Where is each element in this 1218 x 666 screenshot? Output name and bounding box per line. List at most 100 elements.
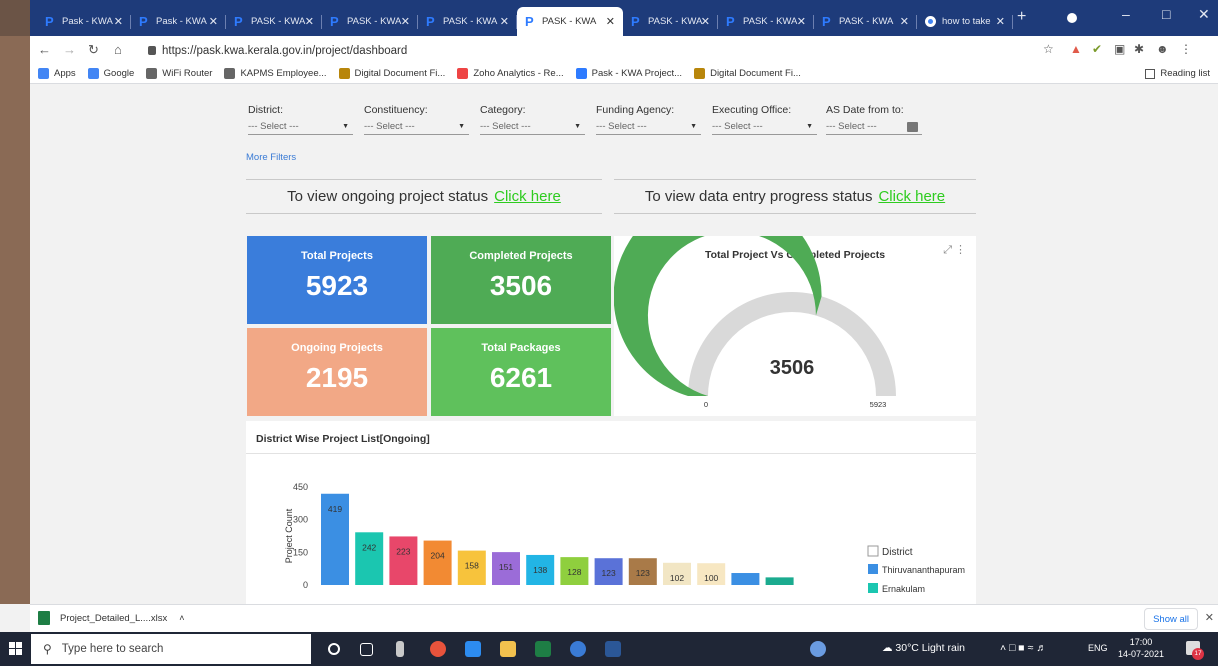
avatar[interactable]: ☻ [1156, 42, 1169, 56]
bar[interactable] [765, 577, 794, 585]
close-tab-icon[interactable]: ✕ [701, 15, 710, 28]
extension-icon[interactable]: ▲ [1070, 42, 1082, 56]
browser-tab[interactable]: P PASK - KWA ✕ [418, 7, 517, 36]
bookmark-item[interactable]: WiFi Router [146, 68, 212, 79]
more-filters-link[interactable]: More Filters [246, 152, 296, 163]
chevron-down-icon: ▼ [574, 123, 581, 130]
windows-taskbar: ⚲ Type here to search ☁ 30°C Light rain … [0, 632, 1218, 666]
browser-tab[interactable]: P Pask - KWA ✕ [37, 7, 131, 36]
legend-swatch-icon[interactable] [868, 583, 878, 593]
minimize-icon[interactable]: – [1122, 6, 1130, 22]
browser-tab[interactable]: P PASK - KWA ✕ [814, 7, 917, 36]
total-packages-card[interactable]: Total Packages 6261 [431, 328, 611, 416]
windows-start-icon[interactable] [9, 642, 23, 656]
extension-icon[interactable]: ✔ [1092, 42, 1102, 56]
help-icon[interactable] [810, 641, 826, 657]
bar[interactable] [731, 573, 760, 585]
app-icon[interactable] [396, 641, 404, 657]
legend-swatch-icon[interactable] [868, 564, 878, 574]
pask-p-icon: P [330, 14, 339, 29]
profile-icon[interactable] [1067, 13, 1077, 23]
weather-widget[interactable]: ☁ 30°C Light rain [882, 642, 965, 654]
close-tab-icon[interactable]: ✕ [797, 15, 806, 28]
bar[interactable] [423, 540, 452, 585]
legend-label[interactable]: Ernakulam [882, 584, 925, 594]
bar[interactable] [355, 532, 384, 585]
data-entry-status-link[interactable]: Click here [878, 188, 945, 205]
new-tab-button[interactable]: + [1017, 8, 1026, 26]
chrome-icon[interactable] [430, 641, 446, 657]
bookmark-item[interactable]: Google [87, 68, 134, 79]
close-tab-icon[interactable]: ✕ [209, 15, 218, 28]
filter-select[interactable]: --- Select --- ▼ [712, 119, 817, 135]
calendar-icon[interactable] [907, 121, 918, 132]
clock[interactable]: 17:00 14-07-2021 [1118, 636, 1164, 660]
reading-list-button[interactable]: Reading list [1145, 68, 1210, 79]
dropbox-icon[interactable] [465, 641, 481, 657]
filter-select[interactable]: --- Select --- ▼ [364, 119, 469, 135]
language-indicator[interactable]: ENG [1088, 643, 1108, 653]
show-all-button[interactable]: Show all [1144, 608, 1198, 630]
filter-select[interactable]: --- Select --- ▼ [596, 119, 701, 135]
browser-tab-strip: P Pask - KWA ✕ P Pask - KWA ✕ P PASK - KWA ✕ P PAS… [0, 0, 1218, 36]
bookmark-item[interactable]: Zoho Analytics - Re... [457, 68, 564, 79]
forward-icon[interactable]: → [63, 42, 76, 57]
task-view-icon[interactable] [360, 643, 373, 656]
tray-icons[interactable]: ˄ □ ■ ≈ ♬ [1000, 642, 1047, 654]
bookmark-item[interactable]: Digital Document Fi... [338, 68, 445, 79]
ongoing-projects-card[interactable]: Ongoing Projects 2195 [247, 328, 427, 416]
legend-label[interactable]: Thiruvananthapuram [882, 565, 965, 575]
browser-tab[interactable]: P PASK - KWA ✕ [623, 7, 718, 36]
reload-icon[interactable]: ↻ [88, 42, 99, 58]
taskbar-search-box[interactable]: ⚲ Type here to search [31, 634, 311, 664]
close-window-icon[interactable]: ✕ [1198, 6, 1210, 23]
word-icon[interactable] [605, 641, 621, 657]
home-icon[interactable]: ⌂ [114, 42, 122, 57]
close-icon[interactable]: ✕ [1205, 611, 1214, 624]
extension-icon[interactable]: ▣ [1114, 42, 1125, 56]
close-tab-icon[interactable]: ✕ [900, 15, 909, 28]
bar-value-label: 102 [670, 573, 684, 583]
maximize-icon[interactable]: □ [1162, 6, 1170, 22]
file-explorer-icon[interactable] [500, 641, 516, 657]
bookmark-item[interactable]: Pask - KWA Project... [575, 68, 682, 79]
close-tab-icon[interactable]: ✕ [114, 15, 123, 28]
download-bar: Project_Detailed_L....xlsx ˄ Show all ✕ [30, 604, 1218, 632]
close-tab-icon[interactable]: ✕ [305, 15, 314, 28]
close-tab-icon[interactable]: ✕ [996, 15, 1005, 28]
cortana-icon[interactable] [328, 643, 340, 655]
download-item[interactable]: Project_Detailed_L....xlsx ˄ [38, 611, 184, 625]
bar[interactable] [389, 536, 418, 585]
filter-select[interactable]: --- Select --- ▼ [480, 119, 585, 135]
bookmark-item[interactable]: Apps [38, 68, 76, 79]
close-tab-icon[interactable]: ✕ [500, 15, 509, 28]
bookmark-item[interactable]: Digital Document Fi... [694, 68, 801, 79]
extensions-puzzle-icon[interactable]: ✱ [1134, 42, 1144, 56]
pask-p-icon: P [426, 14, 435, 29]
browser-tab[interactable]: P PASK - KWA ✕ [322, 7, 418, 36]
reading-list-label: Reading list [1160, 68, 1210, 79]
excel-icon[interactable] [535, 641, 551, 657]
address-bar[interactable]: https://pask.kwa.kerala.gov.in/project/d… [142, 40, 1092, 61]
ongoing-status-link[interactable]: Click here [494, 188, 561, 205]
completed-projects-card[interactable]: Completed Projects 3506 [431, 236, 611, 324]
browser-tab[interactable]: P Pask - KWA ✕ [131, 7, 226, 36]
filter-select[interactable]: --- Select --- ▼ [248, 119, 353, 135]
browser-tab[interactable]: P PASK - KWA ✕ [226, 7, 322, 36]
bookmark-item[interactable]: KAPMS Employee... [224, 68, 327, 79]
menu-icon[interactable]: ⋮ [1180, 42, 1192, 56]
browser-tab[interactable]: P PASK - KWA ✕ [718, 7, 814, 36]
close-tab-icon[interactable]: ✕ [606, 15, 615, 28]
legend-checkbox-icon[interactable] [867, 545, 879, 557]
chevron-up-icon[interactable]: ˄ [179, 613, 184, 623]
chrome-profile-icon[interactable] [570, 641, 586, 657]
close-tab-icon[interactable]: ✕ [401, 15, 410, 28]
browser-tab[interactable]: how to take ✕ [917, 7, 1013, 36]
browser-tab[interactable]: P PASK - KWA ✕ [517, 7, 623, 36]
bar-value-label: 223 [396, 546, 410, 556]
back-icon[interactable]: ← [38, 42, 51, 57]
star-icon[interactable]: ☆ [1043, 42, 1054, 56]
filter-select[interactable]: --- Select --- [826, 119, 922, 135]
total-projects-card[interactable]: Total Projects 5923 [247, 236, 427, 324]
y-tick-label: 300 [293, 515, 308, 525]
